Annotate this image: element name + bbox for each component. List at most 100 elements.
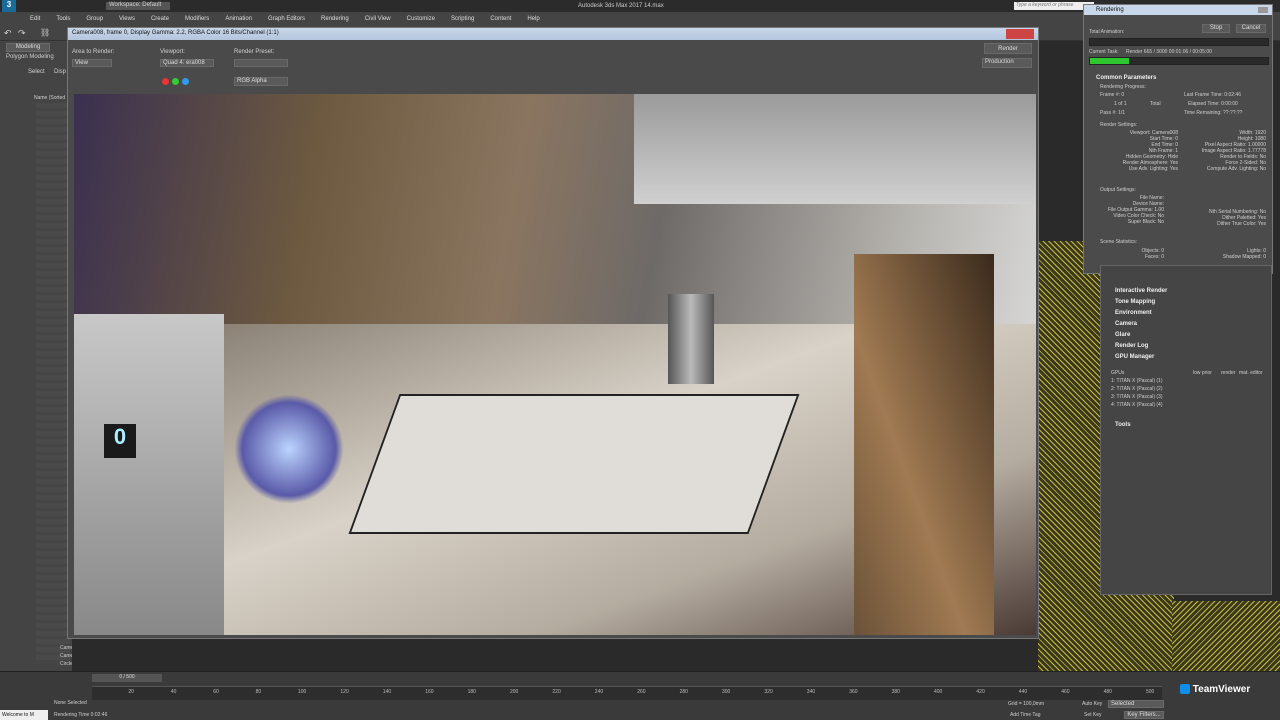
- rollout-interactive-render[interactable]: Interactive Render: [1115, 288, 1167, 294]
- gpu-row[interactable]: 2: TITAN X (Pascal) (2): [1111, 386, 1163, 392]
- cancel-button[interactable]: Cancel: [1236, 24, 1266, 33]
- add-time-tag[interactable]: Add Time Tag: [1010, 712, 1040, 718]
- gpu-row[interactable]: 1: TITAN X (Pascal) (1): [1111, 378, 1163, 384]
- kettle: [668, 294, 714, 384]
- menu-graph-editors[interactable]: Graph Editors: [260, 16, 313, 22]
- menu-tools[interactable]: Tools: [48, 16, 78, 22]
- frame-tick-label: 420: [976, 689, 985, 695]
- output-value: Dither True Color: Yes: [1217, 221, 1266, 227]
- gpu-col-mat-editor: mat. editor: [1239, 370, 1263, 376]
- gpu-row[interactable]: 3: TITAN X (Pascal) (3): [1111, 394, 1163, 400]
- frame-tick-label: 40: [170, 689, 177, 695]
- desk-fan: [234, 394, 344, 504]
- rollout-environment[interactable]: Environment: [1115, 310, 1152, 316]
- frame-ticks: 20 40 60 80 100 120 140 160 180 200 220 240 260 280 30…: [92, 688, 1162, 698]
- progress-close[interactable]: [1258, 7, 1268, 13]
- time-remaining: Time Remaining: ??:??:??: [1184, 110, 1243, 116]
- menu-edit[interactable]: Edit: [22, 16, 48, 22]
- menu-content[interactable]: Content: [482, 16, 519, 22]
- current-task-fill: [1090, 58, 1130, 64]
- green-channel-icon[interactable]: [172, 78, 179, 85]
- stop-button[interactable]: Stop: [1202, 24, 1230, 33]
- rollout-gpu-manager[interactable]: GPU Manager: [1115, 354, 1154, 360]
- menu-civil-view[interactable]: Civil View: [357, 16, 399, 22]
- render-preset-select[interactable]: [234, 59, 288, 67]
- rendered-frame-window: Camera008, frame 0, Display Gamma: 2.2, …: [67, 27, 1039, 639]
- frame-number: Frame #: 0: [1100, 92, 1125, 98]
- ribbon-tab-modeling[interactable]: Modeling: [6, 43, 50, 52]
- rollout-tools[interactable]: Tools: [1115, 422, 1131, 428]
- rollout-glare[interactable]: Glare: [1115, 332, 1130, 338]
- menu-rendering[interactable]: Rendering: [313, 16, 357, 22]
- menu-create[interactable]: Create: [143, 16, 177, 22]
- app-logo[interactable]: 3: [2, 0, 16, 12]
- search-input[interactable]: Type a keyword or phrase: [1014, 2, 1094, 10]
- menu-scripting[interactable]: Scripting: [443, 16, 482, 22]
- gas-hob: [348, 394, 800, 534]
- stats-right: Lights: 0 Shadow Mapped: 0: [1180, 248, 1266, 260]
- maxscript-listener[interactable]: Welcome to M: [0, 710, 48, 720]
- output-value: [1180, 195, 1266, 202]
- frame-window-close[interactable]: [1006, 29, 1034, 39]
- set-key-button[interactable]: Set Key: [1084, 712, 1102, 718]
- workspace-selector[interactable]: Workspace: Default: [106, 2, 170, 10]
- appliance-display: 0: [104, 424, 136, 458]
- redo-icon[interactable]: ↷: [18, 28, 26, 39]
- selection-status: None Selected: [54, 700, 87, 706]
- scene-header[interactable]: Name (Sorted: [34, 95, 65, 101]
- red-channel-icon[interactable]: [162, 78, 169, 85]
- frame-tick-label: 160: [425, 689, 434, 695]
- time-slider[interactable]: 0 / 500: [92, 674, 162, 682]
- rollout-camera[interactable]: Camera: [1115, 321, 1137, 327]
- link-icon[interactable]: ⛓: [40, 28, 50, 37]
- area-to-render-select[interactable]: View: [72, 59, 112, 67]
- menu-help[interactable]: Help: [519, 16, 547, 22]
- wireframe-viewport-2[interactable]: [1172, 601, 1280, 671]
- output-value: [1180, 202, 1266, 209]
- render-button[interactable]: Render: [984, 43, 1032, 54]
- output-settings-left: File Name: Device Name: File Output Gamm…: [1100, 195, 1164, 225]
- frame-tick-label: 120: [340, 689, 349, 695]
- output-settings-right: Nth Serial Numbering: No Dither Paletted…: [1180, 195, 1266, 227]
- menu-modifiers[interactable]: Modifiers: [177, 16, 217, 22]
- selected-dropdown[interactable]: Selected: [1108, 700, 1164, 708]
- select-tab[interactable]: Select: [28, 69, 45, 75]
- gpus-label: GPUs: [1111, 370, 1125, 376]
- viewport-select[interactable]: Quad 4: era008: [160, 59, 214, 67]
- teamviewer-icon: [1180, 684, 1190, 695]
- driftwood: [854, 254, 994, 635]
- scene-list[interactable]: [36, 103, 70, 663]
- render-preset-label: Render Preset:: [234, 49, 275, 55]
- gpu-col-low-prior: low prior: [1193, 370, 1212, 376]
- progress-title: Rendering: [1084, 5, 1272, 15]
- gpu-row[interactable]: 4: TITAN X (Pascal) (4): [1111, 402, 1163, 408]
- menu-customize[interactable]: Customize: [399, 16, 443, 22]
- grid-size: Grid = 100,0mm: [1008, 701, 1044, 707]
- setting-value: Compute Adv. Lighting: No: [1206, 166, 1266, 172]
- rollout-tone-mapping[interactable]: Tone Mapping: [1115, 299, 1155, 305]
- frame-tick-label: 400: [934, 689, 943, 695]
- display-tab[interactable]: Disp: [54, 69, 66, 75]
- scene-item[interactable]: Circle: [60, 661, 73, 667]
- common-parameters-header[interactable]: Common Parameters: [1096, 75, 1156, 81]
- key-filters-button[interactable]: Key Filters...: [1124, 711, 1164, 719]
- viewport-label: Viewport:: [160, 49, 185, 55]
- teamviewer-label: TeamViewer: [1192, 684, 1251, 695]
- channel-select[interactable]: RGB Alpha: [234, 77, 288, 86]
- menu-animation[interactable]: Animation: [217, 16, 260, 22]
- blue-channel-icon[interactable]: [182, 78, 189, 85]
- frame-tick-label: 460: [1061, 689, 1070, 695]
- render-settings-left: Viewport: Camera008 Start Time: 0 End Ti…: [1100, 130, 1178, 172]
- rendered-image: 0: [74, 94, 1036, 635]
- menu-views[interactable]: Views: [111, 16, 143, 22]
- production-select[interactable]: Production: [982, 58, 1032, 68]
- rendering-progress-dialog: Rendering Stop Cancel Total Animation: C…: [1083, 4, 1273, 274]
- undo-icon[interactable]: ↶: [4, 28, 12, 39]
- rollout-render-log[interactable]: Render Log: [1115, 343, 1148, 349]
- auto-key-button[interactable]: Auto Key: [1082, 701, 1102, 707]
- menu-group[interactable]: Group: [78, 16, 111, 22]
- frame-tick-label: 480: [1103, 689, 1112, 695]
- render-settings-right: Width: 1920 Height: 1080 Pixel Aspect Ra…: [1180, 130, 1266, 172]
- scene-statistics-label: Scene Statistics:: [1100, 239, 1137, 245]
- ribbon-tab-polygon-modeling[interactable]: Polygon Modeling: [6, 54, 54, 60]
